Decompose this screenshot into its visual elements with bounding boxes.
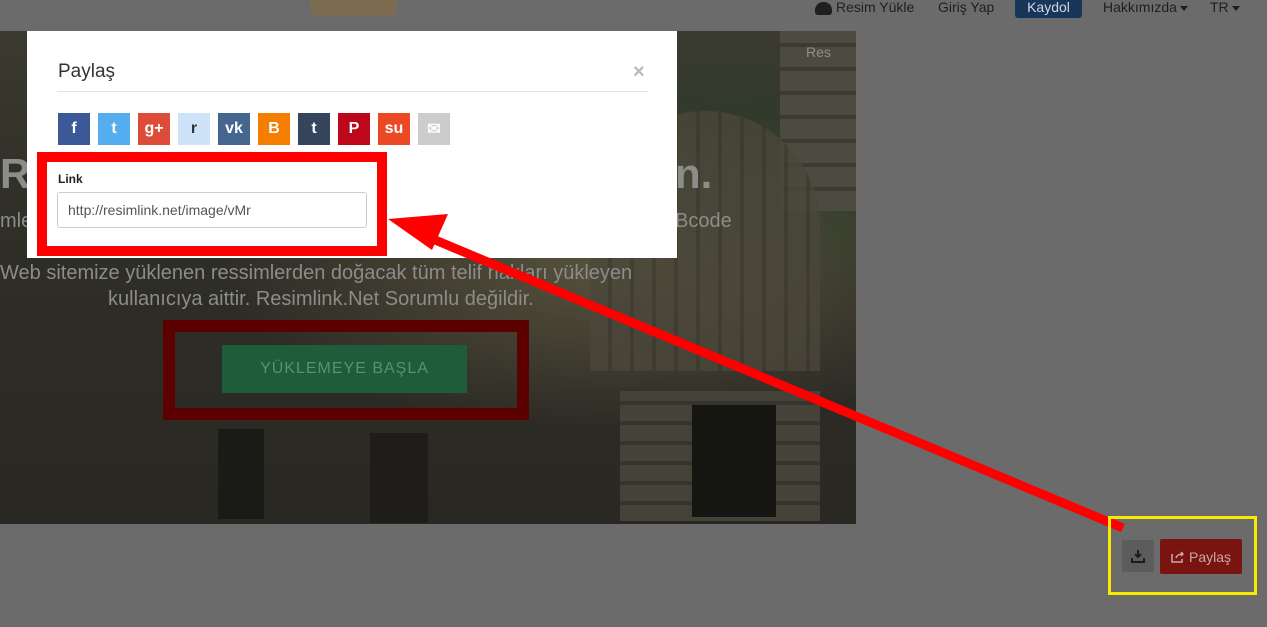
download-button[interactable] bbox=[1122, 540, 1154, 572]
share-button-label: Paylaş bbox=[1188, 548, 1232, 565]
share-icon bbox=[1171, 550, 1185, 563]
annotation-arrow-line bbox=[426, 232, 1125, 533]
download-icon bbox=[1131, 549, 1145, 563]
share-button[interactable]: Paylaş bbox=[1160, 539, 1242, 574]
annotation-arrow bbox=[388, 214, 1125, 533]
